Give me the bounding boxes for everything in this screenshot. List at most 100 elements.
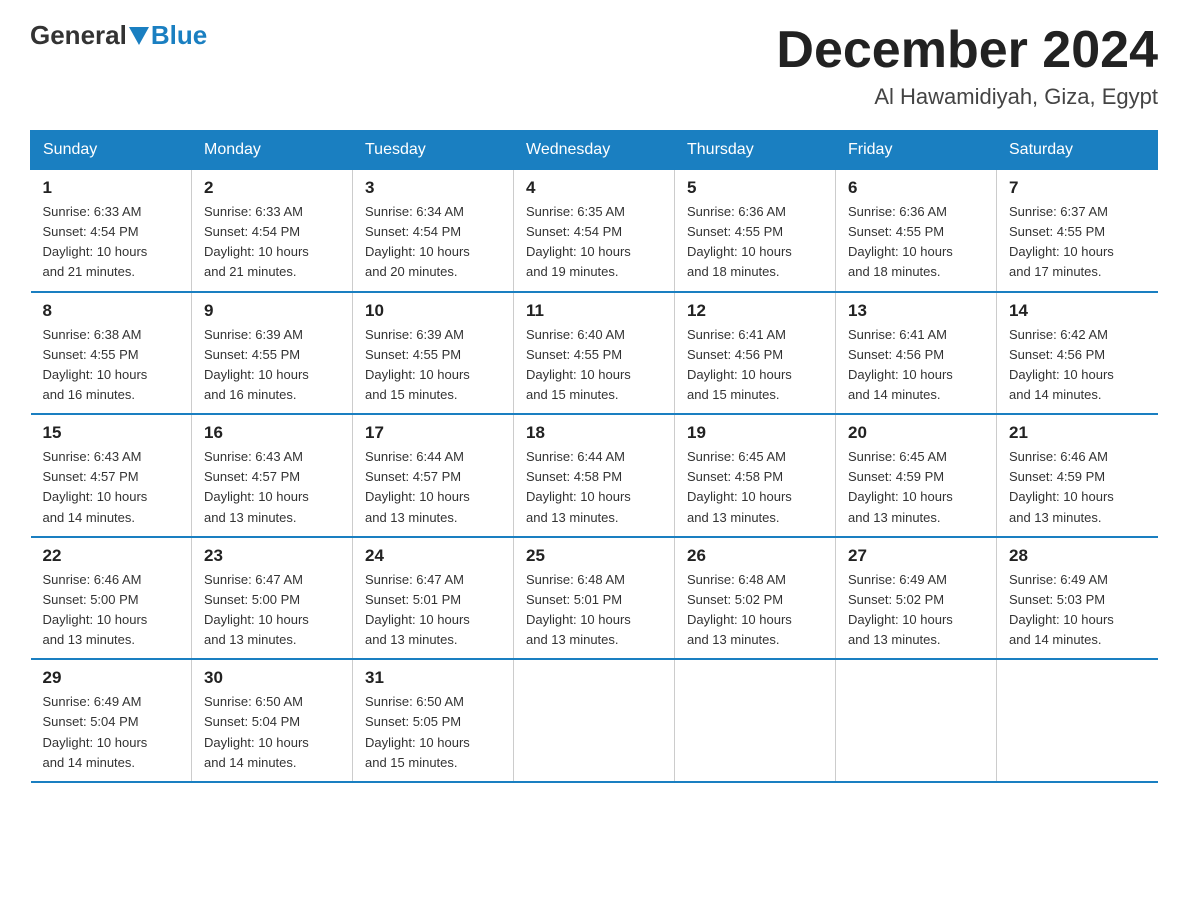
day-info: Sunrise: 6:36 AM Sunset: 4:55 PM Dayligh… [687,202,823,283]
day-number: 18 [526,423,662,443]
header-tuesday: Tuesday [353,131,514,170]
day-number: 23 [204,546,340,566]
calendar-cell: 9 Sunrise: 6:39 AM Sunset: 4:55 PM Daylig… [192,292,353,415]
day-info: Sunrise: 6:49 AM Sunset: 5:02 PM Dayligh… [848,570,984,651]
day-number: 13 [848,301,984,321]
calendar-cell: 18 Sunrise: 6:44 AM Sunset: 4:58 PM Dayli… [514,414,675,537]
calendar-cell: 23 Sunrise: 6:47 AM Sunset: 5:00 PM Dayli… [192,537,353,660]
calendar-cell: 20 Sunrise: 6:45 AM Sunset: 4:59 PM Dayli… [836,414,997,537]
day-info: Sunrise: 6:46 AM Sunset: 5:00 PM Dayligh… [43,570,180,651]
day-number: 20 [848,423,984,443]
day-info: Sunrise: 6:34 AM Sunset: 4:54 PM Dayligh… [365,202,501,283]
month-title: December 2024 [776,20,1158,80]
day-number: 6 [848,178,984,198]
logo: General Blue [30,20,207,51]
day-number: 4 [526,178,662,198]
header-monday: Monday [192,131,353,170]
calendar-cell: 30 Sunrise: 6:50 AM Sunset: 5:04 PM Dayli… [192,659,353,782]
day-number: 25 [526,546,662,566]
logo-blue-text: Blue [151,20,207,51]
calendar-cell: 8Sunrise: 6:38 AM Sunset: 4:55 PM Daylig… [31,292,192,415]
day-info: Sunrise: 6:44 AM Sunset: 4:58 PM Dayligh… [526,447,662,528]
day-number: 7 [1009,178,1146,198]
day-number: 27 [848,546,984,566]
day-info: Sunrise: 6:50 AM Sunset: 5:04 PM Dayligh… [204,692,340,773]
day-info: Sunrise: 6:39 AM Sunset: 4:55 PM Dayligh… [204,325,340,406]
calendar-table: SundayMondayTuesdayWednesdayThursdayFrid… [30,130,1158,783]
day-number: 21 [1009,423,1146,443]
day-number: 8 [43,301,180,321]
day-number: 3 [365,178,501,198]
day-info: Sunrise: 6:45 AM Sunset: 4:59 PM Dayligh… [848,447,984,528]
header-sunday: Sunday [31,131,192,170]
day-info: Sunrise: 6:36 AM Sunset: 4:55 PM Dayligh… [848,202,984,283]
day-number: 9 [204,301,340,321]
day-number: 12 [687,301,823,321]
calendar-cell [997,659,1158,782]
week-row-4: 22 Sunrise: 6:46 AM Sunset: 5:00 PM Dayli… [31,537,1158,660]
calendar-cell: 26 Sunrise: 6:48 AM Sunset: 5:02 PM Dayli… [675,537,836,660]
day-info: Sunrise: 6:44 AM Sunset: 4:57 PM Dayligh… [365,447,501,528]
day-info: Sunrise: 6:41 AM Sunset: 4:56 PM Dayligh… [848,325,984,406]
calendar-cell: 1 Sunrise: 6:33 AM Sunset: 4:54 PM Daylig… [31,170,192,292]
calendar-cell: 29Sunrise: 6:49 AM Sunset: 5:04 PM Dayli… [31,659,192,782]
week-row-5: 29Sunrise: 6:49 AM Sunset: 5:04 PM Dayli… [31,659,1158,782]
location-label: Al Hawamidiyah, Giza, Egypt [776,84,1158,110]
calendar-cell [836,659,997,782]
day-number: 26 [687,546,823,566]
header-thursday: Thursday [675,131,836,170]
day-number: 30 [204,668,340,688]
day-number: 2 [204,178,340,198]
calendar-header-row: SundayMondayTuesdayWednesdayThursdayFrid… [31,131,1158,170]
day-info: Sunrise: 6:48 AM Sunset: 5:02 PM Dayligh… [687,570,823,651]
calendar-cell: 10 Sunrise: 6:39 AM Sunset: 4:55 PM Dayli… [353,292,514,415]
day-info: Sunrise: 6:37 AM Sunset: 4:55 PM Dayligh… [1009,202,1146,283]
day-number: 10 [365,301,501,321]
day-number: 28 [1009,546,1146,566]
logo-triangle-icon [129,27,149,45]
day-number: 22 [43,546,180,566]
calendar-cell: 24 Sunrise: 6:47 AM Sunset: 5:01 PM Dayli… [353,537,514,660]
day-info: Sunrise: 6:42 AM Sunset: 4:56 PM Dayligh… [1009,325,1146,406]
day-info: Sunrise: 6:43 AM Sunset: 4:57 PM Dayligh… [204,447,340,528]
calendar-cell: 11Sunrise: 6:40 AM Sunset: 4:55 PM Dayli… [514,292,675,415]
calendar-cell: 13 Sunrise: 6:41 AM Sunset: 4:56 PM Dayli… [836,292,997,415]
day-info: Sunrise: 6:39 AM Sunset: 4:55 PM Dayligh… [365,325,501,406]
page-header: General Blue December 2024 Al Hawamidiya… [30,20,1158,110]
day-info: Sunrise: 6:45 AM Sunset: 4:58 PM Dayligh… [687,447,823,528]
day-info: Sunrise: 6:41 AM Sunset: 4:56 PM Dayligh… [687,325,823,406]
calendar-cell: 7 Sunrise: 6:37 AM Sunset: 4:55 PM Daylig… [997,170,1158,292]
calendar-cell: 21 Sunrise: 6:46 AM Sunset: 4:59 PM Dayli… [997,414,1158,537]
calendar-cell: 12 Sunrise: 6:41 AM Sunset: 4:56 PM Dayli… [675,292,836,415]
day-number: 5 [687,178,823,198]
day-info: Sunrise: 6:49 AM Sunset: 5:03 PM Dayligh… [1009,570,1146,651]
week-row-1: 1 Sunrise: 6:33 AM Sunset: 4:54 PM Daylig… [31,170,1158,292]
calendar-cell: 31 Sunrise: 6:50 AM Sunset: 5:05 PM Dayli… [353,659,514,782]
day-number: 19 [687,423,823,443]
calendar-cell: 22 Sunrise: 6:46 AM Sunset: 5:00 PM Dayli… [31,537,192,660]
day-number: 29 [43,668,180,688]
calendar-cell: 4Sunrise: 6:35 AM Sunset: 4:54 PM Daylig… [514,170,675,292]
week-row-2: 8Sunrise: 6:38 AM Sunset: 4:55 PM Daylig… [31,292,1158,415]
day-info: Sunrise: 6:50 AM Sunset: 5:05 PM Dayligh… [365,692,501,773]
day-number: 24 [365,546,501,566]
day-info: Sunrise: 6:48 AM Sunset: 5:01 PM Dayligh… [526,570,662,651]
day-number: 31 [365,668,501,688]
day-number: 14 [1009,301,1146,321]
day-info: Sunrise: 6:43 AM Sunset: 4:57 PM Dayligh… [43,447,180,528]
calendar-cell [675,659,836,782]
calendar-cell: 19 Sunrise: 6:45 AM Sunset: 4:58 PM Dayli… [675,414,836,537]
calendar-cell: 14 Sunrise: 6:42 AM Sunset: 4:56 PM Dayli… [997,292,1158,415]
calendar-cell: 6 Sunrise: 6:36 AM Sunset: 4:55 PM Daylig… [836,170,997,292]
calendar-cell: 27 Sunrise: 6:49 AM Sunset: 5:02 PM Dayli… [836,537,997,660]
day-info: Sunrise: 6:33 AM Sunset: 4:54 PM Dayligh… [43,202,180,283]
day-number: 1 [43,178,180,198]
day-info: Sunrise: 6:33 AM Sunset: 4:54 PM Dayligh… [204,202,340,283]
calendar-cell: 2 Sunrise: 6:33 AM Sunset: 4:54 PM Daylig… [192,170,353,292]
day-info: Sunrise: 6:47 AM Sunset: 5:01 PM Dayligh… [365,570,501,651]
day-info: Sunrise: 6:47 AM Sunset: 5:00 PM Dayligh… [204,570,340,651]
header-wednesday: Wednesday [514,131,675,170]
day-number: 11 [526,301,662,321]
day-info: Sunrise: 6:46 AM Sunset: 4:59 PM Dayligh… [1009,447,1146,528]
calendar-cell: 28 Sunrise: 6:49 AM Sunset: 5:03 PM Dayli… [997,537,1158,660]
